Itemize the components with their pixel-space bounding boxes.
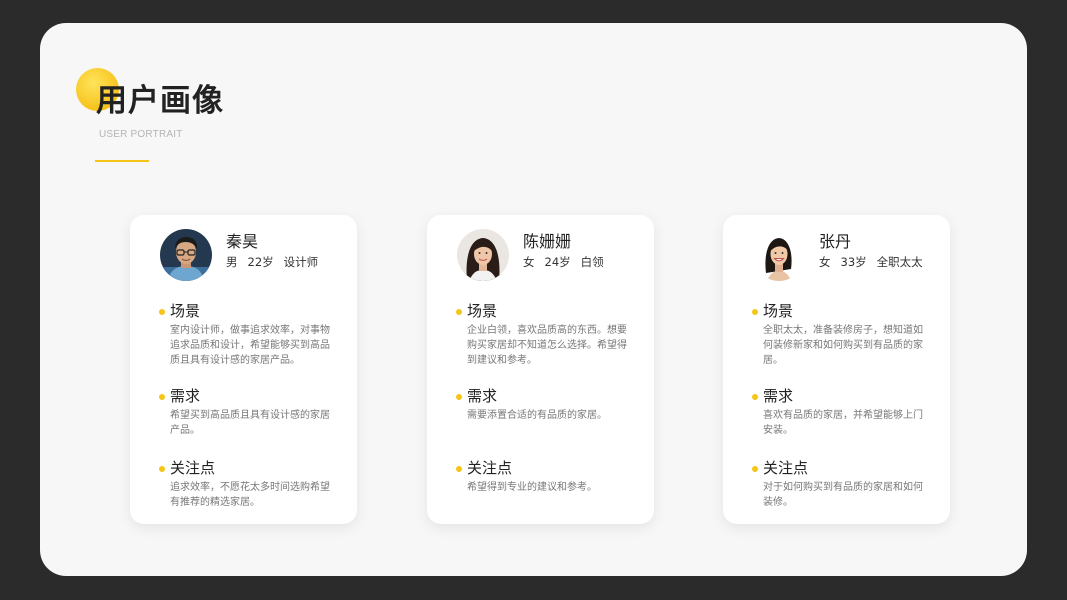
persona-age: 33岁 [840,255,867,269]
page-title: 用户画像 [96,83,224,119]
persona-age: 22岁 [247,255,274,269]
section-text: 喜欢有品质的家居，并希望能够上门安装。 [763,410,923,436]
title-underline [95,160,149,162]
section-text: 室内设计师，做事追求效率，对事物追求品质和设计，希望能够买到高品质且具有设计感的… [170,325,330,366]
avatar [160,229,212,281]
section-heading: 场景 [170,302,201,320]
persona-info: 男 22岁 设计师 [226,255,319,269]
bullet-dot [159,309,165,315]
section-text: 企业白领，喜欢品质高的东西。想要购买家居却不知道怎么选择。希望得到建议和参考。 [467,325,627,366]
persona-occupation: 全职太太 [876,255,923,269]
section-scene: 场景 企业白领，喜欢品质高的东西。想要购买家居却不知道怎么选择。希望得到建议和参… [455,304,630,368]
persona-card: 张丹 女 33岁 全职太太 场景 全职太太，准备装修房子，想知道如何装修新家和如何购… [723,215,950,524]
avatar [753,229,805,281]
persona-name: 张丹 [819,232,852,251]
persona-name: 陈姗姗 [523,232,572,251]
section-heading: 需求 [467,387,498,405]
bullet-dot [752,466,758,472]
persona-occupation: 设计师 [283,255,319,269]
persona-age: 24岁 [544,255,571,269]
persona-info: 女 33岁 全职太太 [819,255,923,269]
persona-card: 秦昊 男 22岁 设计师 场景 室内设计师，做事追求效率，对事物追求品质和设计，希望… [130,215,357,524]
persona-gender: 女 [819,255,831,269]
section-heading: 场景 [467,302,498,320]
section-heading: 需求 [170,387,201,405]
section-scene: 场景 室内设计师，做事追求效率，对事物追求品质和设计，希望能够买到高品质且具有设… [158,304,333,368]
section-heading: 场景 [763,302,794,320]
section-heading: 需求 [763,387,794,405]
bullet-dot [456,309,462,315]
section-text: 希望买到高品质且具有设计感的家居产品。 [170,410,330,436]
section-concerns: 关注点 追求效率，不愿花太多时间选购希望有推荐的精选家居。 [158,461,333,510]
section-text: 需要添置合适的有品质的家居。 [467,410,607,421]
persona-info: 女 24岁 白领 [523,255,604,269]
page-subtitle: USER PORTRAIT [99,129,183,140]
bullet-dot [752,309,758,315]
persona-card: 陈姗姗 女 24岁 白领 场景 企业白领，喜欢品质高的东西。想要购买家居却不知道怎么… [427,215,654,524]
male-portrait-icon [160,229,212,281]
bullet-dot [159,466,165,472]
section-text: 全职太太，准备装修房子，想知道如何装修新家和如何购买到有品质的家居。 [763,325,923,366]
bullet-dot [159,394,165,400]
section-concerns: 关注点 对于如何购买到有品质的家居和如何装修。 [751,461,926,510]
bullet-dot [456,466,462,472]
persona-gender: 女 [523,255,535,269]
bullet-dot [752,394,758,400]
section-needs: 需求 需要添置合适的有品质的家居。 [455,389,630,423]
section-text: 追求效率，不愿花太多时间选购希望有推荐的精选家居。 [170,482,330,508]
section-needs: 需求 希望买到高品质且具有设计感的家居产品。 [158,389,333,438]
section-text: 对于如何购买到有品质的家居和如何装修。 [763,482,923,508]
bullet-dot [456,394,462,400]
persona-name: 秦昊 [226,232,259,251]
section-scene: 场景 全职太太，准备装修房子，想知道如何装修新家和如何购买到有品质的家居。 [751,304,926,368]
slide: 用户画像 USER PORTRAIT 秦昊 男 22岁 设计师 场景 室内设计师… [40,23,1027,576]
section-heading: 关注点 [467,459,513,477]
section-heading: 关注点 [763,459,809,477]
female-portrait-icon [457,229,509,281]
section-heading: 关注点 [170,459,216,477]
section-needs: 需求 喜欢有品质的家居，并希望能够上门安装。 [751,389,926,438]
persona-occupation: 白领 [580,255,604,269]
avatar [457,229,509,281]
section-text: 希望得到专业的建议和参考。 [467,482,597,493]
persona-gender: 男 [226,255,238,269]
female-portrait-icon [753,229,805,281]
section-concerns: 关注点 希望得到专业的建议和参考。 [455,461,630,495]
